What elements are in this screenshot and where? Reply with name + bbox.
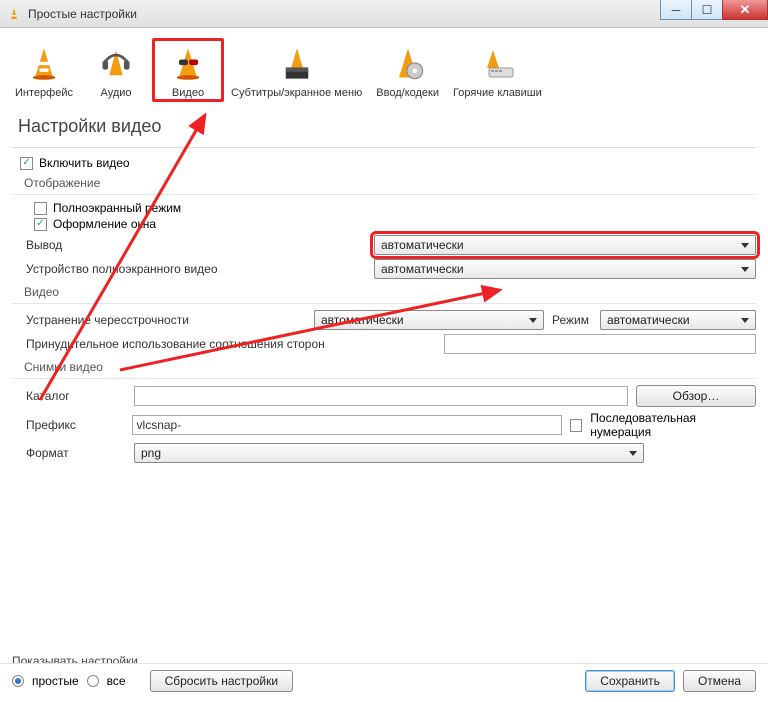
display-group-header: Отображение (24, 176, 756, 190)
separator (12, 194, 756, 195)
minimize-button[interactable]: ─ (660, 0, 692, 20)
cone-icon (15, 43, 73, 85)
disc-cone-icon (376, 43, 439, 85)
snapshots-group-header: Снимки видео (24, 360, 756, 374)
clapper-cone-icon (231, 43, 362, 85)
cancel-button[interactable]: Отмена (683, 670, 756, 692)
category-input-codecs[interactable]: Ввод/кодеки (369, 38, 446, 102)
category-label: Ввод/кодеки (376, 87, 439, 99)
category-hotkeys[interactable]: Горячие клавиши (446, 38, 549, 102)
separator (12, 378, 756, 379)
sequential-numbering-label: Последовательная нумерация (590, 411, 756, 439)
snapshot-dir-input[interactable] (134, 386, 628, 406)
category-label: Интерфейс (15, 87, 73, 99)
window-title: Простые настройки (28, 7, 137, 21)
snapshot-format-dropdown[interactable]: png (134, 443, 644, 463)
force-aspect-label: Принудительное использование соотношения… (26, 337, 436, 351)
enable-video-checkbox[interactable] (20, 157, 33, 170)
category-label: Аудио (87, 87, 145, 99)
fullscreen-label: Полноэкранный режим (53, 201, 181, 215)
simple-radio-label: простые (32, 674, 79, 688)
category-video[interactable]: Видео (152, 38, 224, 102)
fullscreen-device-label: Устройство полноэкранного видео (26, 262, 366, 276)
video-group-header: Видео (24, 285, 756, 299)
category-toolbar: Интерфейс Аудио Видео Субтитры/экранное … (0, 28, 768, 106)
simple-radio[interactable] (12, 675, 24, 687)
window-decoration-label: Оформление окна (53, 217, 156, 231)
snapshot-dir-label: Каталог (26, 389, 126, 403)
save-button[interactable]: Сохранить (585, 670, 675, 692)
category-label: Субтитры/экранное меню (231, 87, 362, 99)
titlebar: Простые настройки ─ ☐ ✕ (0, 0, 768, 28)
app-icon (6, 6, 22, 22)
snapshot-prefix-label: Префикс (26, 418, 124, 432)
deinterlace-dropdown[interactable]: автоматически (314, 310, 544, 330)
category-label: Горячие клавиши (453, 87, 542, 99)
category-label: Видео (159, 87, 217, 99)
separator (12, 147, 756, 148)
glasses-cone-icon (159, 43, 217, 85)
enable-video-label: Включить видео (39, 156, 130, 170)
all-radio[interactable] (87, 675, 99, 687)
page-title: Настройки видео (18, 116, 750, 137)
snapshot-format-label: Формат (26, 446, 126, 460)
category-subtitles[interactable]: Субтитры/экранное меню (224, 38, 369, 102)
snapshot-prefix-input[interactable]: vlcsnap- (132, 415, 562, 435)
force-aspect-input[interactable] (444, 334, 756, 354)
reset-button[interactable]: Сбросить настройки (150, 670, 293, 692)
separator (12, 303, 756, 304)
output-label: Вывод (26, 238, 366, 252)
browse-button[interactable]: Обзор… (636, 385, 756, 407)
deinterlace-label: Устранение чересстрочности (26, 313, 306, 327)
keyboard-cone-icon (453, 43, 542, 85)
maximize-button[interactable]: ☐ (691, 0, 723, 20)
close-button[interactable]: ✕ (722, 0, 768, 20)
output-dropdown[interactable]: автоматически (374, 235, 756, 255)
mode-dropdown[interactable]: автоматически (600, 310, 756, 330)
bottom-bar: простые все Сбросить настройки Сохранить… (0, 663, 768, 702)
all-radio-label: все (107, 674, 126, 688)
category-interface[interactable]: Интерфейс (8, 38, 80, 102)
sequential-numbering-checkbox[interactable] (570, 419, 583, 432)
headphones-cone-icon (87, 43, 145, 85)
fullscreen-device-dropdown[interactable]: автоматически (374, 259, 756, 279)
window-decoration-checkbox[interactable] (34, 218, 47, 231)
category-audio[interactable]: Аудио (80, 38, 152, 102)
fullscreen-checkbox[interactable] (34, 202, 47, 215)
mode-label: Режим (552, 313, 592, 327)
